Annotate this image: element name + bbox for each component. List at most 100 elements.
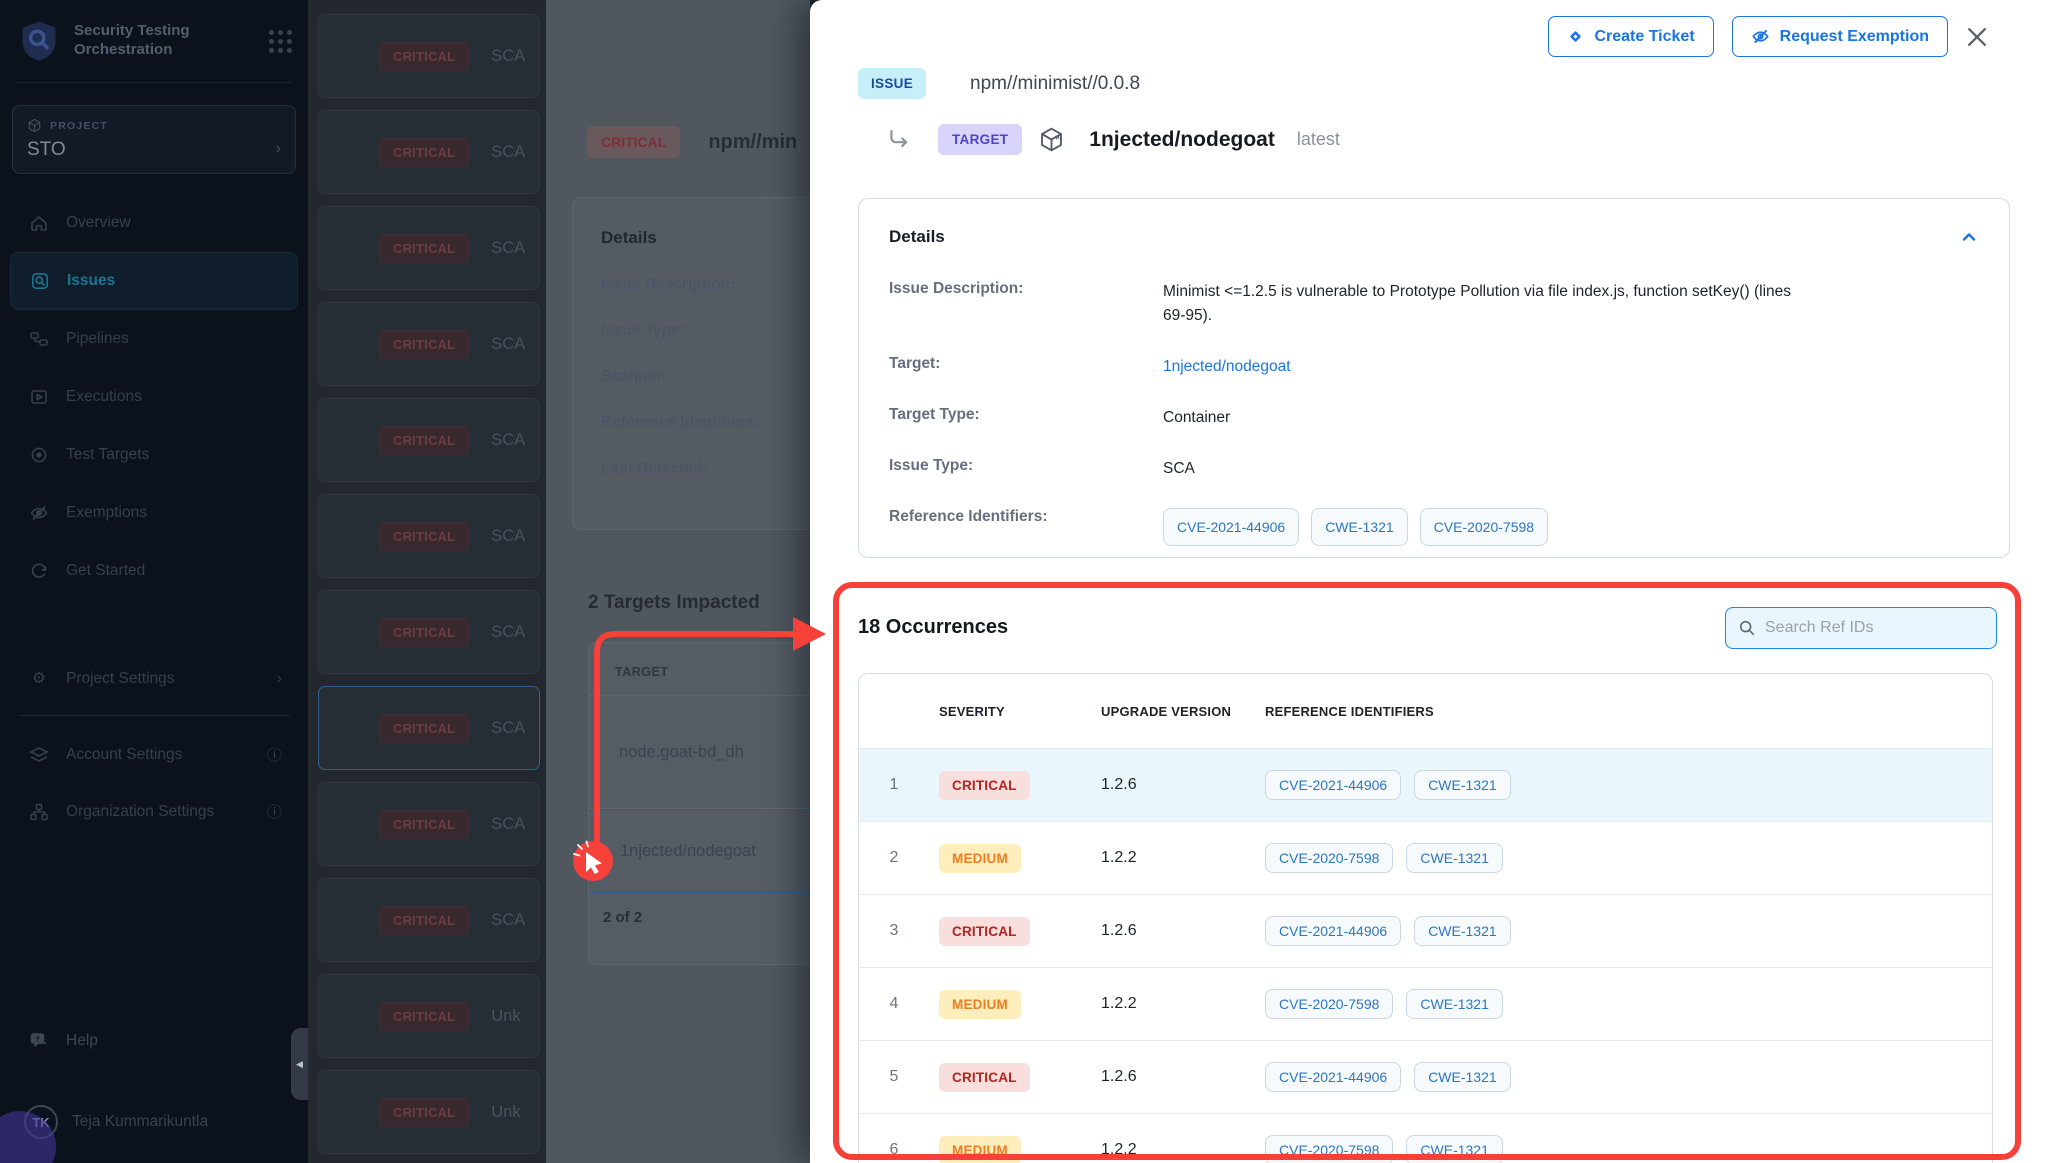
issue-list-row[interactable]: CRITICAL Unk (318, 1070, 540, 1154)
sidebar-item-account-settings[interactable]: Account Settings ⓘ (10, 726, 298, 783)
occurrence-row[interactable]: 3 CRITICAL 1.2.6 CVE-2021-44906CWE-1321 (859, 894, 1992, 967)
target-row[interactable]: node.goat-bd_dh (589, 696, 810, 809)
target-row[interactable]: 1njected/nodegoat (589, 809, 810, 893)
sidebar-item-label: Project Settings (66, 670, 175, 688)
issue-type-label: Unk (491, 1103, 533, 1122)
issue-type-label: SCA (491, 143, 533, 162)
severity-badge: CRITICAL (379, 1098, 469, 1127)
reference-id-chip[interactable]: CVE-2021-44906 (1265, 1062, 1401, 1092)
issue-detail-panel: CRITICAL npm//min Details Issue Descript… (546, 0, 810, 1163)
sidebar-item-get-started[interactable]: Get Started (10, 542, 298, 600)
sidebar-item-executions[interactable]: Executions (10, 368, 298, 426)
sidebar-item-project-settings[interactable]: ⚙ Project Settings › (10, 650, 298, 707)
eye-slash-icon (1751, 27, 1770, 46)
issue-type-label: SCA (491, 815, 533, 834)
issue-type-badge: ISSUE (858, 68, 926, 99)
issue-drawer-modal: Create Ticket Request Exemption ISSUE np… (810, 0, 2048, 1163)
create-ticket-label: Create Ticket (1594, 28, 1694, 46)
org-chart-icon (28, 801, 50, 823)
sidebar-item-help[interactable]: ? Help (10, 1021, 298, 1061)
target-tag: latest (1297, 129, 1340, 150)
issue-list-row[interactable]: CRITICAL SCA (318, 398, 540, 482)
issue-list-row[interactable]: CRITICAL SCA (318, 782, 540, 866)
occurrence-row[interactable]: 6 MEDIUM 1.2.2 CVE-2020-7598CWE-1321 (859, 1113, 1992, 1163)
project-name: STO (27, 139, 281, 161)
severity-badge: CRITICAL (379, 330, 469, 359)
chevron-right-icon: › (276, 140, 281, 158)
request-exemption-label: Request Exemption (1780, 28, 1929, 46)
issue-list-row[interactable]: CRITICAL SCA (318, 494, 540, 578)
issue-list-row[interactable]: CRITICAL Unk (318, 974, 540, 1058)
issue-list-row[interactable]: CRITICAL SCA (318, 14, 540, 98)
pipelines-icon (28, 328, 50, 350)
occurrence-row[interactable]: 4 MEDIUM 1.2.2 CVE-2020-7598CWE-1321 (859, 967, 1992, 1040)
details-heading: Details (601, 228, 810, 248)
occurrence-index: 2 (859, 849, 929, 867)
chevron-up-icon[interactable] (1959, 227, 1979, 247)
package-icon (1038, 126, 1065, 153)
sidebar-item-organization-settings[interactable]: Organization Settings ⓘ (10, 783, 298, 840)
issue-list-row[interactable]: CRITICAL SCA (318, 590, 540, 674)
reference-id-chip[interactable]: CVE-2020-7598 (1265, 989, 1393, 1019)
create-ticket-button[interactable]: Create Ticket (1548, 16, 1713, 57)
table-column-header: SEVERITY (929, 704, 1101, 719)
reference-id-chip[interactable]: CVE-2020-7598 (1265, 843, 1393, 873)
target-link[interactable]: 1njected/nodegoat (1163, 355, 1291, 379)
issues-icon (29, 270, 51, 292)
details-card-dimmed: Details Issue Description:Issue Type:Sca… (572, 197, 810, 530)
executions-icon (28, 386, 50, 408)
reference-id-chip[interactable]: CWE-1321 (1414, 770, 1510, 800)
app-root: Security Testing Orchestration PROJECT S… (0, 0, 2048, 1163)
occurrence-row[interactable]: 1 CRITICAL 1.2.6 CVE-2021-44906CWE-1321 (859, 748, 1992, 821)
detail-field-label: Reference Identifiers: (601, 414, 810, 432)
sidebar-item-label: Get Started (66, 562, 145, 580)
issue-type-label: SCA (491, 527, 533, 546)
sidebar-settings-group: ⚙ Project Settings › Account Settings ⓘ … (0, 650, 308, 840)
sto-shield-logo-icon (16, 18, 62, 64)
occurrence-row[interactable]: 5 CRITICAL 1.2.6 CVE-2021-44906CWE-1321 (859, 1040, 1992, 1113)
reference-id-chip[interactable]: CVE-2020-7598 (1265, 1135, 1393, 1163)
sidebar-item-pipelines[interactable]: Pipelines (10, 310, 298, 368)
chevron-right-icon: › (277, 670, 282, 687)
sidebar-item-issues[interactable]: Issues (10, 252, 298, 310)
sidebar-item-label: Test Targets (66, 446, 149, 464)
reference-id-chip[interactable]: CVE-2020-7598 (1420, 508, 1548, 546)
occurrence-index: 3 (859, 922, 929, 940)
table-column-header: REFERENCE IDENTIFIERS (1265, 704, 1434, 719)
issue-list-row[interactable]: CRITICAL SCA (318, 302, 540, 386)
sidebar-item-test-targets[interactable]: Test Targets (10, 426, 298, 484)
reference-id-chip[interactable]: CWE-1321 (1414, 1062, 1510, 1092)
sidebar-item-label: Account Settings (66, 746, 182, 764)
reference-id-chip[interactable]: CWE-1321 (1311, 508, 1407, 546)
reference-id-chip[interactable]: CWE-1321 (1414, 916, 1510, 946)
project-selector[interactable]: PROJECT STO › (12, 105, 296, 174)
search-refids-input[interactable] (1765, 619, 1984, 637)
issue-list-row[interactable]: CRITICAL SCA (318, 686, 540, 770)
occurrence-index: 1 (859, 776, 929, 794)
close-icon[interactable] (1964, 24, 1990, 50)
issue-list-row[interactable]: CRITICAL SCA (318, 110, 540, 194)
sidebar-item-label: Help (66, 1032, 98, 1050)
target-type-badge: TARGET (938, 124, 1022, 155)
severity-badge: MEDIUM (939, 990, 1021, 1019)
search-refids-box (1725, 607, 1997, 649)
issue-list-row[interactable]: CRITICAL SCA (318, 206, 540, 290)
module-grid-icon[interactable] (269, 30, 292, 53)
sidebar-item-exemptions[interactable]: Exemptions (10, 484, 298, 542)
severity-badge: MEDIUM (939, 844, 1021, 873)
info-icon: ⓘ (267, 801, 282, 822)
eye-off-icon (28, 502, 50, 524)
sidebar-collapse-toggle[interactable]: ◀ (291, 1028, 308, 1100)
issue-type-label: SCA (491, 239, 533, 258)
reference-id-chip[interactable]: CWE-1321 (1406, 989, 1502, 1019)
reference-id-chip[interactable]: CWE-1321 (1406, 1135, 1502, 1163)
request-exemption-button[interactable]: Request Exemption (1732, 16, 1948, 57)
detail-row: Target: 1njected/nodegoat (889, 355, 1979, 379)
sidebar-item-overview[interactable]: Overview (10, 194, 298, 252)
occurrence-row[interactable]: 2 MEDIUM 1.2.2 CVE-2020-7598CWE-1321 (859, 821, 1992, 894)
reference-id-chip[interactable]: CVE-2021-44906 (1163, 508, 1299, 546)
reference-id-chip[interactable]: CVE-2021-44906 (1265, 916, 1401, 946)
issue-list-row[interactable]: CRITICAL SCA (318, 878, 540, 962)
reference-id-chip[interactable]: CWE-1321 (1406, 843, 1502, 873)
reference-id-chip[interactable]: CVE-2021-44906 (1265, 770, 1401, 800)
